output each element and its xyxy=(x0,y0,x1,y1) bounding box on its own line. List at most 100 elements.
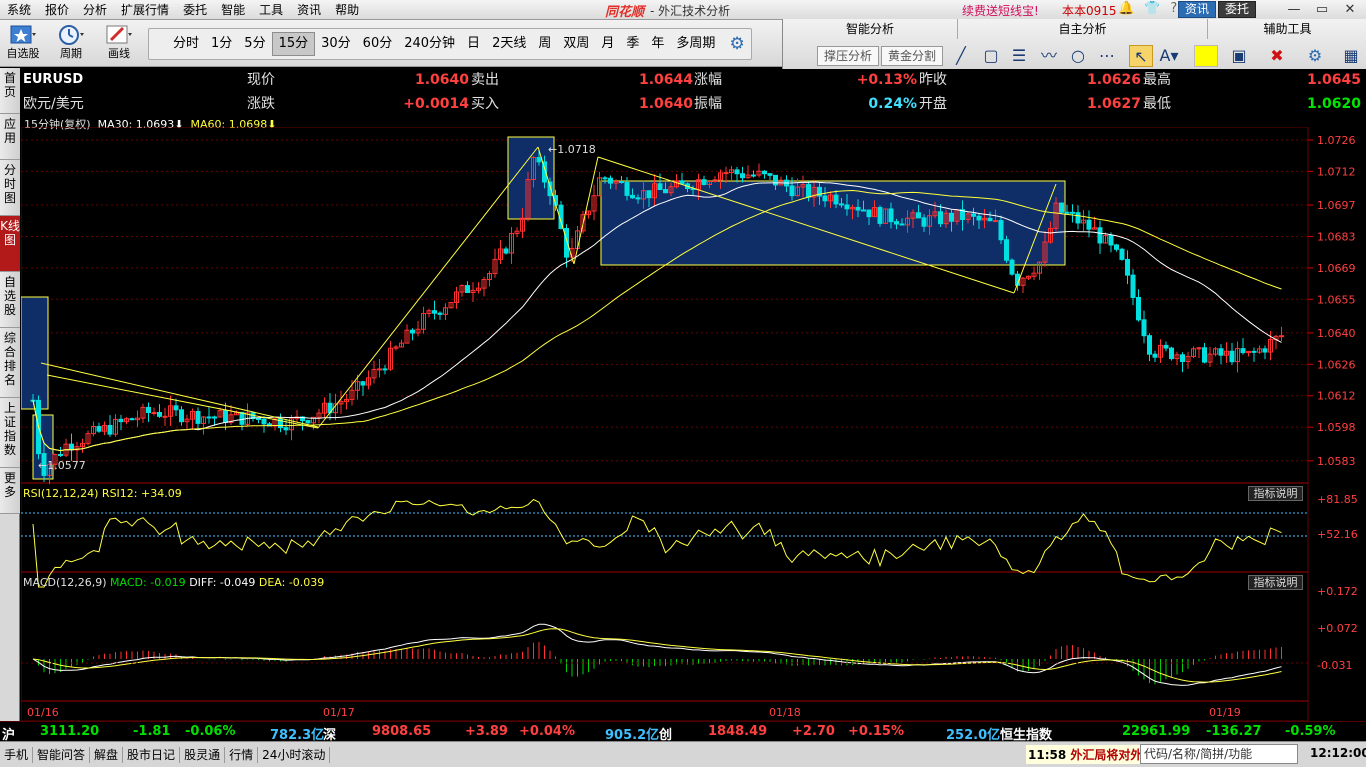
shirt-icon[interactable]: 👕 xyxy=(1144,1,1160,16)
tab-more[interactable]: 更多 xyxy=(0,468,20,514)
support-resistance-button[interactable]: 撑压分析 xyxy=(817,46,880,66)
rectangle-icon[interactable]: ▢ xyxy=(979,45,1003,67)
menu-system[interactable]: 系统 xyxy=(0,0,38,20)
period-240m[interactable]: 240分钟 xyxy=(398,33,461,55)
candle xyxy=(1108,234,1114,246)
period-week[interactable]: 周 xyxy=(532,33,557,55)
maximize-icon[interactable]: ▭ xyxy=(1308,0,1336,20)
tab-home[interactable]: 首页 xyxy=(0,68,20,114)
candle xyxy=(1147,335,1152,355)
candle xyxy=(894,221,899,225)
candle xyxy=(1152,353,1158,358)
minimize-icon[interactable]: — xyxy=(1280,0,1308,20)
help-icon[interactable]: ? xyxy=(1170,1,1177,16)
value-ask: 1.0644 xyxy=(638,72,693,88)
candle xyxy=(1009,259,1015,275)
channel-icon[interactable]: ☰ xyxy=(1007,45,1031,67)
candle xyxy=(223,410,228,423)
grid-icon[interactable]: ▦ xyxy=(1339,45,1363,67)
period-60m[interactable]: 60分 xyxy=(357,33,399,55)
kline-chart[interactable]: 1.0726 1.0712 1.0697 1.0683 1.0669 1.0655 1.06… xyxy=(21,127,1366,721)
circle-icon[interactable]: ○ xyxy=(1066,45,1090,67)
menu-extended[interactable]: 扩展行情 xyxy=(114,0,176,20)
tab-apps[interactable]: 应用 xyxy=(0,114,20,160)
top-icons: 🔔 👕 ? xyxy=(1118,1,1177,16)
watchlist-tool[interactable]: 自选股 xyxy=(2,23,44,61)
account-label[interactable]: 本本0915 xyxy=(1062,2,1117,19)
candle xyxy=(987,217,993,222)
golden-ratio-button[interactable]: 黄金分割 xyxy=(881,46,944,66)
news-ticker[interactable]: 11:58 外汇局将对外 xyxy=(1026,745,1145,764)
menu-tools[interactable]: 工具 xyxy=(252,0,290,20)
candle xyxy=(635,197,641,200)
menu-quote[interactable]: 报价 xyxy=(38,0,76,20)
period-30m[interactable]: 30分 xyxy=(315,33,357,55)
bell-icon[interactable]: 🔔 xyxy=(1118,1,1134,16)
menu-help[interactable]: 帮助 xyxy=(328,0,366,20)
wave-icon[interactable]: 〰 xyxy=(1037,45,1061,67)
text-tool-icon[interactable]: A▾ xyxy=(1157,45,1181,67)
period-1m[interactable]: 1分 xyxy=(205,33,238,55)
candle xyxy=(866,209,872,218)
color-swatch[interactable] xyxy=(1194,45,1218,67)
tab-timeshare[interactable]: 分时图 xyxy=(0,160,20,216)
period-5m[interactable]: 5分 xyxy=(238,33,271,55)
self-analysis-header[interactable]: 自主分析 xyxy=(958,19,1208,39)
bottom-tab-diary[interactable]: 股市日记 xyxy=(123,746,181,763)
menu-analysis[interactable]: 分析 xyxy=(76,0,114,20)
promo-link[interactable]: 续费送短线宝! xyxy=(962,2,1039,19)
period-15m[interactable]: 15分 xyxy=(271,32,316,56)
pattern-box xyxy=(21,296,49,410)
price-axis-label: 1.0626 xyxy=(1317,358,1356,371)
gear-icon[interactable]: ⚙ xyxy=(729,34,744,54)
news-button[interactable]: 资讯 xyxy=(1178,1,1217,18)
app-window: 系统 报价 分析 扩展行情 委托 智能 工具 资讯 帮助 同花顺 - 外汇技术分… xyxy=(0,0,1366,767)
period-tick[interactable]: 分时 xyxy=(167,33,205,55)
tab-watchlist[interactable]: 自选股 xyxy=(0,272,20,328)
chart-area[interactable]: 1.0726 1.0712 1.0697 1.0683 1.0669 1.0655 1.06… xyxy=(21,127,1366,721)
tab-kline[interactable]: K线图 xyxy=(0,216,20,272)
delete-icon[interactable]: ✖ xyxy=(1265,45,1289,67)
candle xyxy=(382,368,388,371)
value-change: +0.0014 xyxy=(403,96,469,112)
bottom-tab-commentary[interactable]: 解盘 xyxy=(90,746,124,763)
period-year[interactable]: 年 xyxy=(645,33,670,55)
cursor-icon[interactable]: ↖ xyxy=(1129,45,1153,67)
menu-news[interactable]: 资讯 xyxy=(290,0,328,20)
bookmark-icon[interactable]: ▣ xyxy=(1227,45,1251,67)
close-icon[interactable]: ✕ xyxy=(1336,0,1364,20)
aux-tools-header[interactable]: 辅助工具 xyxy=(1208,19,1366,39)
smart-analysis-header[interactable]: 智能分析 xyxy=(783,19,958,39)
candle xyxy=(129,418,135,421)
draw-tool[interactable]: 画线 xyxy=(98,23,140,61)
macd-explain-button[interactable]: 指标说明 xyxy=(1248,575,1303,590)
settings-icon[interactable]: ⚙ xyxy=(1303,45,1327,67)
bottom-tab-stock-link[interactable]: 股灵通 xyxy=(180,746,226,763)
menu-trade[interactable]: 委托 xyxy=(176,0,214,20)
period-quarter[interactable]: 季 xyxy=(620,33,645,55)
candle xyxy=(762,170,767,175)
more-icon[interactable]: ⋯ xyxy=(1095,45,1119,67)
candle xyxy=(239,411,245,425)
bottom-tab-market[interactable]: 行情 xyxy=(225,746,259,763)
quick-search-input[interactable]: 代码/名称/简拼/功能 xyxy=(1140,744,1298,764)
tab-sh-index[interactable]: 上证指数 xyxy=(0,398,20,468)
period-month[interactable]: 月 xyxy=(595,33,620,55)
tab-ranking[interactable]: 综合排名 xyxy=(0,328,20,398)
value-low: 1.0620 xyxy=(1306,96,1361,112)
period-2week[interactable]: 双周 xyxy=(557,33,595,55)
menu-smart[interactable]: 智能 xyxy=(214,0,252,20)
bottom-tab-qa[interactable]: 智能问答 xyxy=(33,746,91,763)
candle xyxy=(740,173,745,179)
bottom-tab-mobile[interactable]: 手机 xyxy=(0,746,34,763)
period-2day[interactable]: 2天线 xyxy=(486,33,532,55)
date-label: 01/17 xyxy=(323,706,355,719)
line-draw-icon[interactable]: ╱ xyxy=(949,45,973,67)
period-multi[interactable]: 多周期 xyxy=(670,33,721,55)
trade-button[interactable]: 委托 xyxy=(1218,1,1257,18)
period-day[interactable]: 日 xyxy=(461,33,486,55)
rsi-explain-button[interactable]: 指标说明 xyxy=(1248,486,1303,501)
period-tool[interactable]: 周期 xyxy=(50,23,92,61)
bottom-tab-24h[interactable]: 24小时滚动 xyxy=(258,746,331,763)
candle xyxy=(839,203,844,206)
